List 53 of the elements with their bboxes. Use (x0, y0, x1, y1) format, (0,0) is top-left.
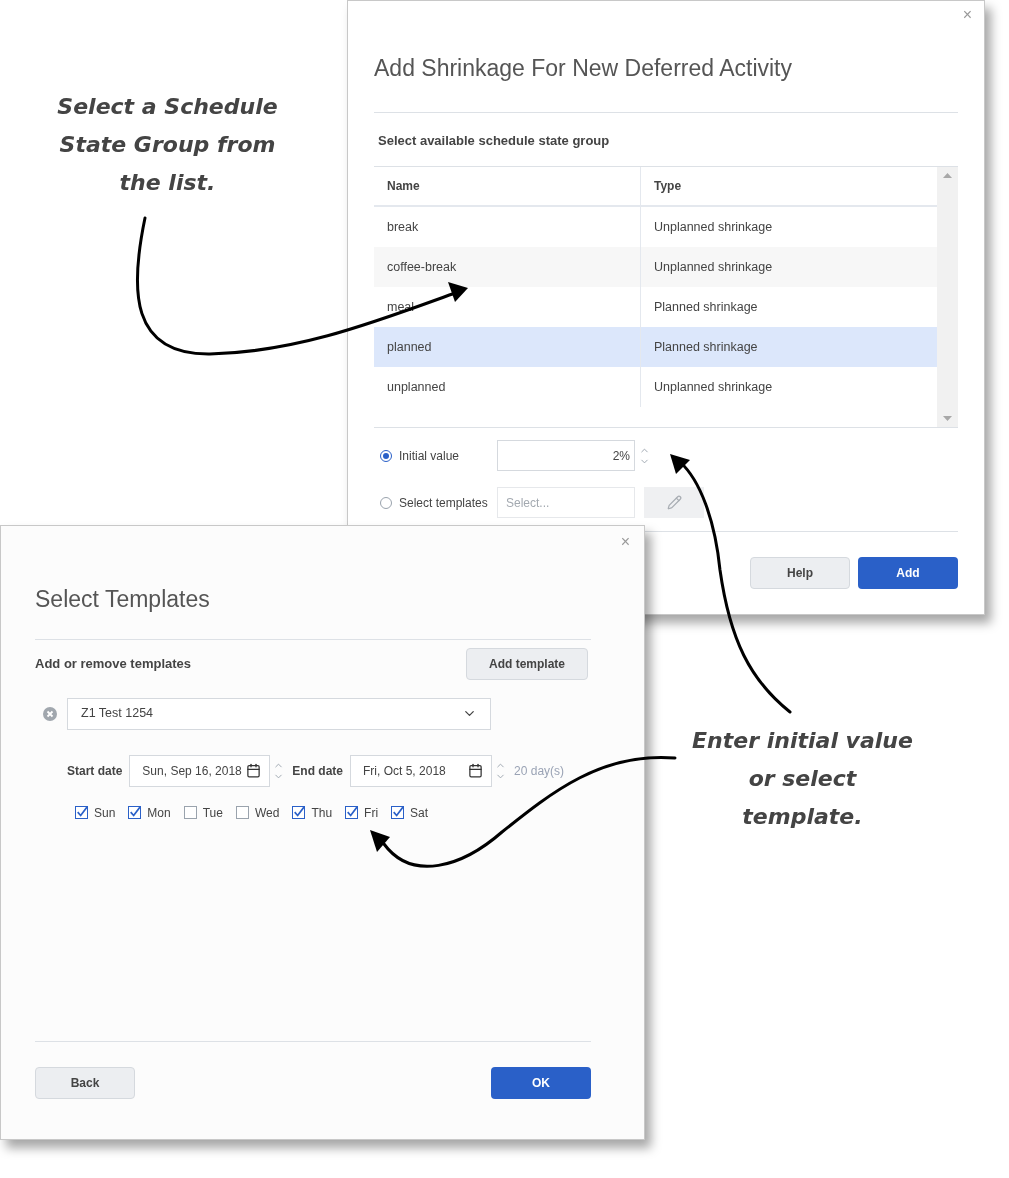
column-header[interactable]: Type (641, 177, 695, 195)
section-label: Add or remove templates (35, 654, 192, 673)
dialog-title: Select Templates (35, 585, 211, 614)
day-label: Wed (254, 804, 280, 822)
column-header[interactable]: Name (374, 167, 641, 205)
secondary-button[interactable]: Help (750, 557, 850, 589)
day-label: Thu (311, 804, 333, 822)
secondary-button[interactable]: Back (35, 1067, 135, 1099)
table-cell-text: Unplanned shrinkage (653, 378, 774, 396)
edit-button[interactable] (644, 487, 704, 518)
scroll-down-icon[interactable] (943, 416, 952, 421)
scroll-up-icon[interactable] (943, 173, 952, 178)
checkbox[interactable] (75, 806, 88, 819)
add-template-button[interactable]: Add template (466, 647, 588, 680)
end-date-field[interactable]: Fri, Oct 5, 2018 (350, 754, 493, 787)
checkbox[interactable] (345, 806, 359, 819)
table-row[interactable]: coffee-break Unplanned shrinkage (374, 247, 937, 287)
checkbox[interactable] (128, 806, 142, 819)
table-cell-text: Unplanned shrinkage (653, 258, 774, 276)
section-label: Select available schedule state group (377, 131, 611, 150)
duration-text: 20 day(s) (514, 762, 565, 780)
checkbox[interactable] (292, 806, 306, 819)
start-date-label: Start date (67, 762, 123, 780)
start-date-field[interactable]: Sun, Sep 16, 2018 (129, 754, 271, 787)
option-label: Select templates (399, 494, 489, 512)
callout-text: Enter initial value or select template. (691, 727, 914, 831)
primary-button[interactable]: Add (858, 557, 958, 589)
template-dropdown[interactable]: Z1 Test 1254 (67, 697, 491, 730)
primary-button[interactable]: OK (491, 1067, 591, 1099)
pencil-icon (666, 495, 682, 510)
remove-icon[interactable] (43, 706, 57, 721)
table-cell-text: Planned shrinkage (653, 298, 759, 316)
value-field[interactable]: 2% (497, 440, 635, 471)
option-label: Initial value (399, 447, 461, 465)
dialog-title: Add Shrinkage For New Deferred Activity (374, 54, 793, 83)
day-label: Sat (410, 804, 429, 822)
calendar-icon (468, 763, 484, 778)
day-label: Fri (364, 804, 379, 822)
calendar-icon (246, 763, 262, 778)
table-cell-text: Unplanned shrinkage (653, 218, 774, 236)
table-cell-text: Planned shrinkage (653, 338, 759, 356)
day-label: Tue (202, 804, 223, 822)
table-cell: unplanned (374, 367, 641, 407)
scrollbar[interactable] (937, 167, 958, 427)
checkbox[interactable] (391, 806, 405, 819)
day-label: Mon (147, 804, 171, 822)
day-label: Sun (94, 804, 116, 822)
callout-text: Select a Schedule State Group from the list. (56, 93, 279, 197)
checkbox[interactable] (235, 806, 249, 819)
template-field[interactable]: Select... (497, 487, 635, 518)
end-date-label: End date (292, 762, 344, 780)
table-row[interactable]: planned Planned shrinkage (374, 327, 937, 367)
checkbox[interactable] (183, 806, 197, 819)
